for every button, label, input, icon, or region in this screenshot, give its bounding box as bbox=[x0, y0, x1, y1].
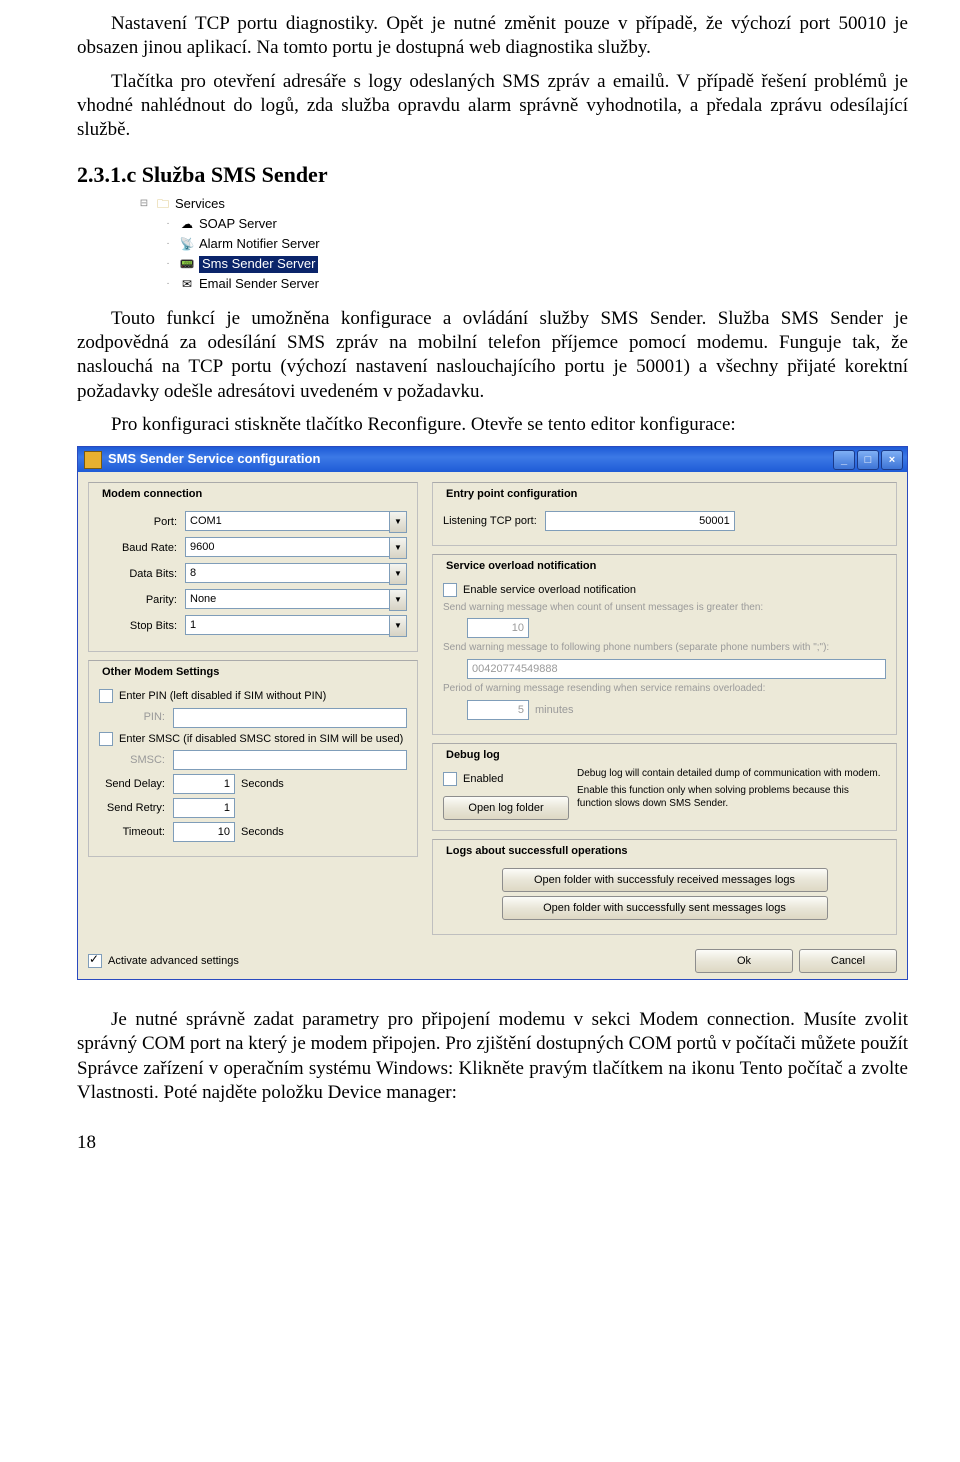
satellite-icon: 📡 bbox=[179, 237, 195, 253]
debug-enabled-checkbox[interactable] bbox=[443, 772, 457, 786]
paragraph: Tlačítka pro otevření adresáře s logy od… bbox=[77, 70, 908, 143]
send-retry-field[interactable]: 1 bbox=[173, 798, 235, 818]
paragraph: Je nutné správně zadat parametry pro při… bbox=[77, 1008, 908, 1105]
open-log-folder-button[interactable]: Open log folder bbox=[443, 796, 569, 820]
timeout-field[interactable]: 10 bbox=[173, 822, 235, 842]
overload-period-field: 5 bbox=[467, 700, 529, 720]
overload-threshold-field: 10 bbox=[467, 618, 529, 638]
minimize-button[interactable]: _ bbox=[833, 450, 855, 470]
chevron-down-icon: ▼ bbox=[389, 589, 407, 611]
enable-overload-checkbox[interactable] bbox=[443, 583, 457, 597]
maximize-button[interactable]: □ bbox=[857, 450, 879, 470]
window-title: SMS Sender Service configuration bbox=[108, 451, 320, 468]
enter-pin-checkbox[interactable] bbox=[99, 689, 113, 703]
cloud-icon: ☁ bbox=[179, 217, 195, 233]
cancel-button[interactable]: Cancel bbox=[799, 949, 897, 973]
pin-field bbox=[173, 708, 407, 728]
ok-button[interactable]: Ok bbox=[695, 949, 793, 973]
listening-port-field[interactable]: 50001 bbox=[545, 511, 735, 531]
chevron-down-icon: ▼ bbox=[389, 537, 407, 559]
app-icon bbox=[84, 451, 102, 469]
page-number: 18 bbox=[77, 1131, 908, 1155]
envelope-icon: ✉ bbox=[179, 277, 195, 293]
databits-select[interactable]: 8▼ bbox=[185, 563, 407, 585]
sms-sender-config-window: SMS Sender Service configuration _ □ × M… bbox=[77, 446, 908, 980]
window-titlebar: SMS Sender Service configuration _ □ × bbox=[78, 447, 907, 472]
close-button[interactable]: × bbox=[881, 450, 903, 470]
chevron-down-icon: ▼ bbox=[389, 511, 407, 533]
parity-select[interactable]: None▼ bbox=[185, 589, 407, 611]
paragraph: Touto funkcí je umožněna konfigurace a o… bbox=[77, 307, 908, 404]
chevron-down-icon: ▼ bbox=[389, 563, 407, 585]
modem-connection-group: Modem connection Port:COM1▼ Baud Rate:96… bbox=[88, 482, 418, 652]
overload-phones-field: 00420774549888 bbox=[467, 659, 886, 679]
overload-group: Service overload notification Enable ser… bbox=[432, 554, 897, 735]
stopbits-select[interactable]: 1▼ bbox=[185, 615, 407, 637]
activate-advanced-checkbox[interactable]: ✓ bbox=[88, 954, 102, 968]
paragraph: Pro konfiguraci stiskněte tlačítko Recon… bbox=[77, 413, 908, 437]
send-delay-field[interactable]: 1 bbox=[173, 774, 235, 794]
open-received-logs-button[interactable]: Open folder with successfuly received me… bbox=[502, 868, 828, 892]
enter-smsc-checkbox[interactable] bbox=[99, 732, 113, 746]
other-modem-group: Other Modem Settings Enter PIN (left dis… bbox=[88, 660, 418, 856]
folder-icon: 🗀 bbox=[155, 197, 171, 213]
baud-select[interactable]: 9600▼ bbox=[185, 537, 407, 559]
phone-icon: 📟 bbox=[179, 257, 195, 273]
success-logs-group: Logs about successfull operations Open f… bbox=[432, 839, 897, 935]
chevron-down-icon: ▼ bbox=[389, 615, 407, 637]
smsc-field bbox=[173, 750, 407, 770]
services-tree-image: ⊟🗀Services ·☁SOAP Server ·📡Alarm Notifie… bbox=[137, 195, 908, 295]
open-sent-logs-button[interactable]: Open folder with successfully sent messa… bbox=[502, 896, 828, 920]
entry-point-group: Entry point configuration Listening TCP … bbox=[432, 482, 897, 546]
port-select[interactable]: COM1▼ bbox=[185, 511, 407, 533]
paragraph: Nastavení TCP portu diagnostiky. Opět je… bbox=[77, 12, 908, 61]
debug-log-group: Debug log Enabled Open log folder Debug … bbox=[432, 743, 897, 831]
heading-sms-sender: 2.3.1.c Služba SMS Sender bbox=[77, 161, 908, 189]
